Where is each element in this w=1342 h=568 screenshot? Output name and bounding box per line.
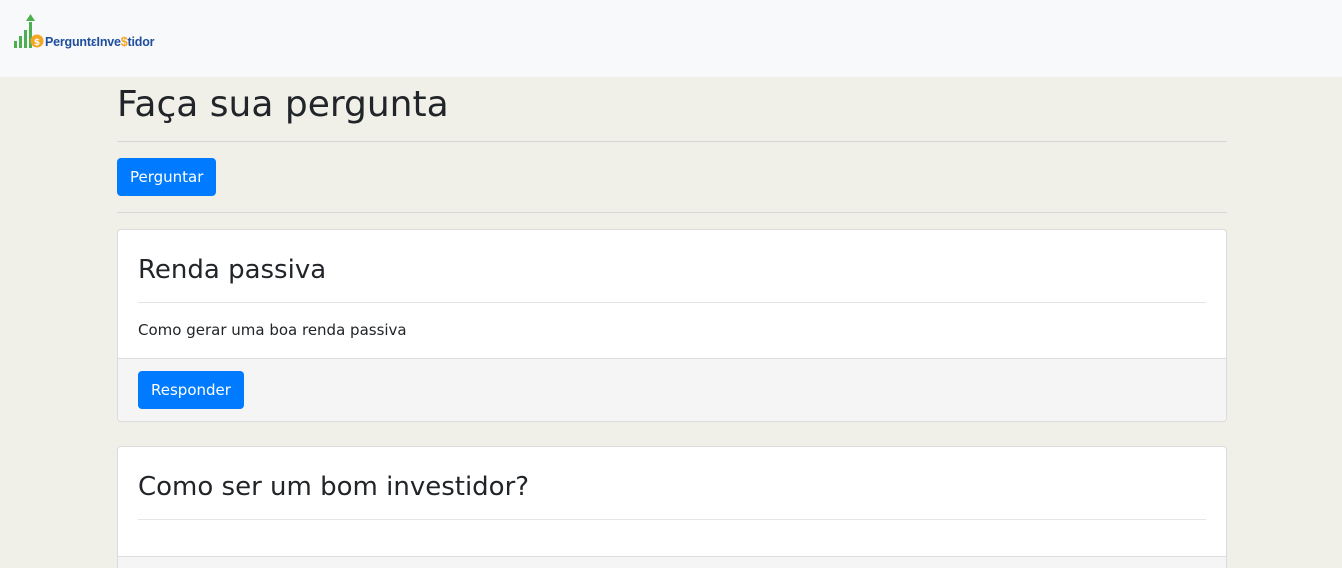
divider (117, 141, 1227, 142)
question-card-body: Renda passiva Como gerar uma boa renda p… (118, 230, 1226, 358)
navbar: $ PerguntεInve$tidor (0, 0, 1342, 77)
divider (138, 302, 1206, 303)
question-title: Como ser um bom investidor? (138, 472, 530, 502)
svg-text:$: $ (34, 38, 40, 48)
growth-chart-logo-icon: $ (14, 14, 44, 48)
question-title: Renda passiva (138, 255, 327, 285)
question-description: Como gerar uma boa renda passiva (138, 321, 407, 339)
question-card-footer (118, 556, 1226, 568)
divider (117, 212, 1227, 213)
divider (138, 519, 1206, 520)
question-card-body: Como ser um bom investidor? (118, 447, 1226, 556)
brand-name: PerguntεInve$tidor (45, 35, 155, 49)
question-card: Renda passiva Como gerar uma boa renda p… (117, 229, 1227, 422)
brand-logo-link[interactable]: $ PerguntεInve$tidor (12, 14, 155, 50)
question-card: Como ser um bom investidor? (117, 446, 1227, 568)
answer-button[interactable]: Responder (138, 371, 244, 409)
ask-question-button[interactable]: Perguntar (117, 158, 217, 196)
question-card-footer: Responder (118, 358, 1226, 421)
main-container: Faça sua pergunta Perguntar Renda passiv… (117, 77, 1227, 568)
page-title: Faça sua pergunta (117, 84, 449, 125)
